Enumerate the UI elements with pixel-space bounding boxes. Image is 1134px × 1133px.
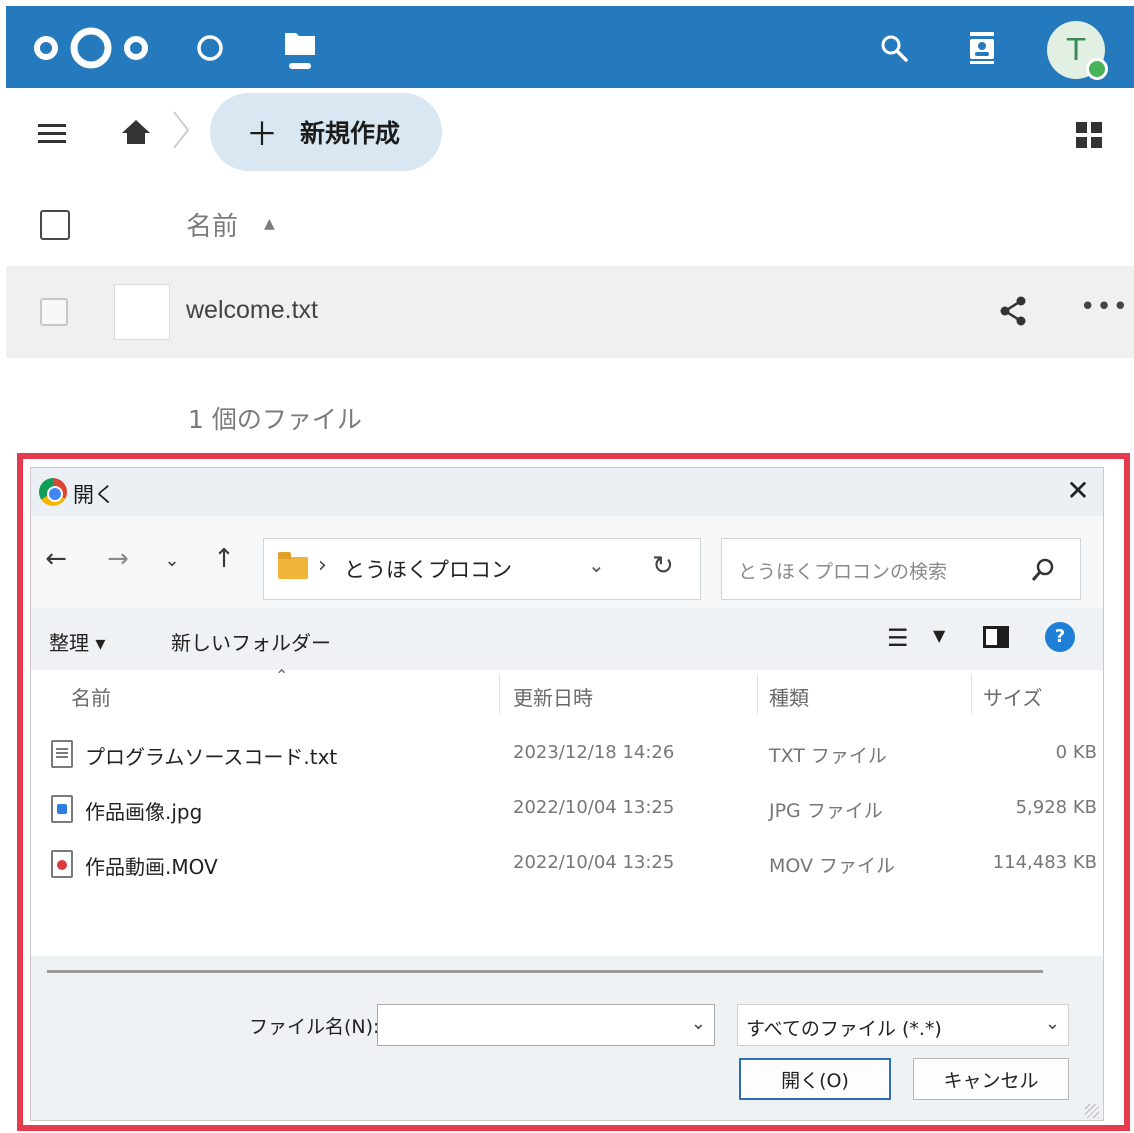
file-modified: 2022/10/04 13:25	[513, 797, 675, 818]
column-header-name[interactable]: 名前	[71, 682, 111, 711]
share-icon[interactable]	[996, 294, 1030, 328]
files-main: ＋ 新規作成 名前 ▲ welcome.txt ••• 1 個のファイル	[6, 88, 1134, 468]
file-type-value: すべてのファイル (*.*)	[746, 1018, 942, 1040]
file-type: MOV ファイル	[769, 855, 896, 877]
file-list-header: 名前 ▲	[6, 186, 1134, 264]
open-button-label: 開く(O)	[781, 1069, 849, 1092]
breadcrumb-separator-icon	[173, 111, 190, 149]
column-header-modified[interactable]: 更新日時	[513, 682, 593, 711]
search-box[interactable]: とうほくプロコンの検索	[721, 538, 1081, 600]
command-bar: 整理 ▾ 新しいフォルダー ☰ ▼ ?	[31, 608, 1103, 670]
files-folder-icon[interactable]	[280, 28, 320, 69]
file-name[interactable]: 作品動画.MOV	[85, 851, 218, 880]
column-header-size[interactable]: サイズ	[983, 682, 1042, 711]
filename-label: ファイル名(N):	[249, 1016, 380, 1038]
dialog-navigation-bar: ← → ⌄ ↑ › とうほくプロコン ⌄ ↻ とうほくプロコンの検索	[31, 516, 1103, 608]
column-name-header[interactable]: 名前	[186, 206, 238, 243]
address-path[interactable]: とうほくプロコン	[344, 554, 512, 584]
dialog-titlebar: 開く ✕	[31, 468, 1103, 516]
nextcloud-logo[interactable]	[32, 24, 150, 72]
organize-menu[interactable]: 整理 ▾	[49, 627, 105, 656]
help-icon[interactable]: ?	[1045, 622, 1075, 652]
text-file-thumbnail-icon	[114, 284, 170, 340]
close-icon[interactable]: ✕	[1061, 474, 1095, 508]
back-arrow-icon[interactable]: ←	[39, 544, 73, 580]
file-size: 0 KB	[1055, 742, 1097, 763]
dashboard-circle-icon[interactable]	[190, 28, 230, 68]
row-checkbox[interactable]	[40, 298, 68, 326]
resize-grip-icon[interactable]	[1085, 1104, 1099, 1118]
file-type-select[interactable]: すべてのファイル (*.*) ⌄	[737, 1004, 1069, 1046]
plus-icon: ＋	[246, 115, 279, 153]
up-arrow-icon[interactable]: ↑	[207, 544, 241, 580]
file-type: JPG ファイル	[769, 800, 883, 822]
file-size: 114,483 KB	[992, 852, 1097, 873]
forward-arrow-icon[interactable]: →	[101, 544, 135, 580]
new-button[interactable]: ＋ 新規作成	[210, 93, 442, 171]
chrome-app-icon	[39, 478, 67, 506]
list-item[interactable]: プログラムソースコード.txt 2023/12/18 14:26 TXT ファイ…	[31, 728, 1103, 778]
column-divider[interactable]	[499, 674, 500, 714]
column-divider[interactable]	[971, 674, 972, 714]
view-dropdown-icon[interactable]: ▼	[933, 626, 945, 645]
file-row[interactable]: welcome.txt •••	[6, 266, 1134, 358]
chevron-down-icon[interactable]: ⌄	[1045, 1013, 1060, 1034]
avatar-initial: T	[1066, 32, 1086, 68]
more-actions-icon[interactable]: •••	[1080, 292, 1129, 322]
folder-icon	[278, 552, 308, 579]
refresh-icon[interactable]: ↻	[652, 551, 674, 581]
contacts-icon[interactable]	[962, 28, 1002, 68]
sort-caret-icon: ⌃	[275, 666, 289, 685]
top-navigation-bar: T	[6, 6, 1134, 88]
home-icon[interactable]	[118, 114, 154, 150]
search-placeholder: とうほくプロコンの検索	[738, 561, 948, 583]
chevron-down-icon[interactable]: ⌄	[691, 1013, 706, 1034]
list-item[interactable]: 作品画像.jpg 2022/10/04 13:25 JPG ファイル 5,928…	[31, 783, 1103, 833]
file-list: ⌃ 名前 更新日時 種類 サイズ プログラムソースコード.txt 2023/12…	[31, 666, 1103, 968]
file-count-summary: 1 個のファイル	[188, 405, 362, 434]
file-list-header: ⌃ 名前 更新日時 種類 サイズ	[31, 666, 1103, 720]
recent-locations-chevron-icon[interactable]: ⌄	[155, 550, 189, 586]
dialog-title: 開く	[73, 483, 115, 507]
video-file-icon	[51, 850, 73, 878]
select-all-checkbox[interactable]	[40, 210, 70, 240]
address-dropdown-icon[interactable]: ⌄	[588, 553, 605, 577]
address-bar[interactable]: › とうほくプロコン ⌄ ↻	[263, 538, 701, 600]
online-status-dot	[1086, 58, 1108, 80]
cancel-button-label: キャンセル	[943, 1069, 1039, 1092]
file-name[interactable]: welcome.txt	[186, 296, 318, 325]
file-type: TXT ファイル	[769, 745, 887, 767]
file-modified: 2023/12/18 14:26	[513, 742, 675, 763]
preview-pane-icon[interactable]	[983, 626, 1009, 648]
new-button-label: 新規作成	[300, 119, 401, 148]
grid-view-icon[interactable]	[1076, 122, 1102, 148]
sort-ascending-icon: ▲	[264, 216, 275, 232]
text-file-icon	[51, 740, 73, 768]
dialog-footer: ファイル名(N): ⌄ すべてのファイル (*.*) ⌄ 開く(O) キャンセル	[31, 956, 1103, 1120]
file-modified: 2022/10/04 13:25	[513, 852, 675, 873]
search-icon[interactable]	[874, 28, 914, 68]
column-divider[interactable]	[757, 674, 758, 714]
filename-input[interactable]: ⌄	[377, 1004, 715, 1046]
cancel-button[interactable]: キャンセル	[913, 1058, 1069, 1100]
menu-icon[interactable]	[38, 122, 68, 146]
image-file-icon	[51, 795, 73, 823]
list-item[interactable]: 作品動画.MOV 2022/10/04 13:25 MOV ファイル 114,4…	[31, 838, 1103, 888]
file-size: 5,928 KB	[1015, 797, 1097, 818]
open-button[interactable]: 開く(O)	[739, 1058, 891, 1100]
new-folder-button[interactable]: 新しいフォルダー	[171, 627, 331, 656]
open-file-dialog: 開く ✕ ← → ⌄ ↑ › とうほくプロコン ⌄ ↻ とうほくプロコンの検索 …	[30, 467, 1104, 1121]
file-name[interactable]: 作品画像.jpg	[85, 796, 202, 825]
breadcrumb-chevron-icon: ›	[318, 553, 327, 578]
horizontal-scrollbar[interactable]	[47, 970, 1043, 973]
column-header-type[interactable]: 種類	[769, 682, 809, 711]
view-options-icon[interactable]: ☰	[887, 624, 909, 652]
search-icon[interactable]	[1028, 555, 1058, 585]
file-name[interactable]: プログラムソースコード.txt	[85, 741, 337, 770]
